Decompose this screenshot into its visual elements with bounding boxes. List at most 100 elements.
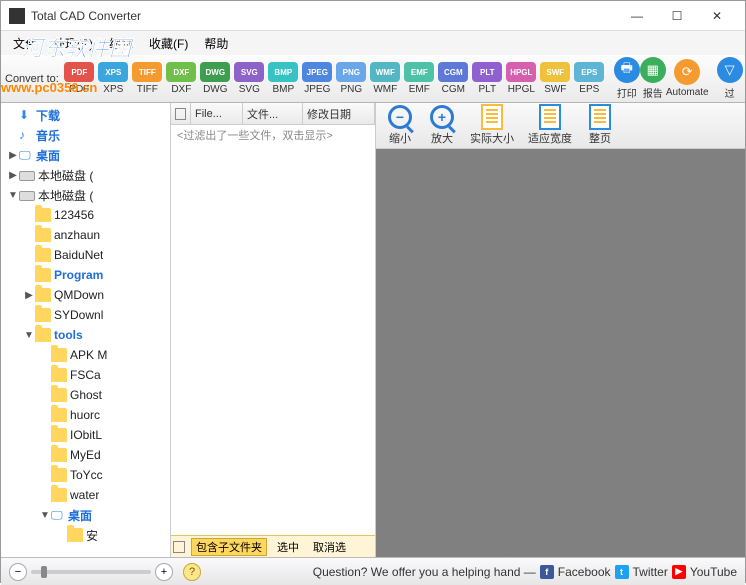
format-label: PLT [471,84,504,95]
format-label: DXF [165,84,198,95]
twitter-link[interactable]: Twitter [633,565,668,579]
tree-item[interactable]: ▼🖵桌面 [3,505,168,525]
zoom-plus-button[interactable]: + [155,563,173,581]
format-label: BMP [267,84,300,95]
tree-label: SYDownl [54,308,103,322]
print-button[interactable]: 🖶 打印 [614,57,640,100]
zoom-slider[interactable] [31,570,151,574]
format-badge: DWG [200,62,230,82]
tree-item[interactable]: ▼tools [3,325,168,345]
format-dwg-button[interactable]: DWG DWG [199,62,232,95]
main-toolbar: Convert to: PDFPDFXPSXPSTIFFTIFFDXFDXFDW… [1,55,745,103]
format-hpgl-button[interactable]: HPGL HPGL [505,62,538,95]
zoom-minus-button[interactable]: − [9,563,27,581]
format-label: DWG [199,84,232,95]
folder-tree[interactable]: ⬇下载♪音乐▶🖵桌面▶本地磁盘 (▼本地磁盘 (123456anzhaunBai… [1,103,170,547]
format-eps-button[interactable]: EPSEPS [573,62,606,95]
select-button[interactable]: 选中 [273,539,303,555]
deselect-button[interactable]: 取消选 [309,539,350,555]
tree-item[interactable]: Program [3,265,168,285]
tree-item[interactable]: ▶🖵桌面 [3,145,168,165]
format-svg-button[interactable]: SVGSVG [233,62,266,95]
tree-item[interactable]: ToYcc [3,465,168,485]
tree-item[interactable]: ⬇下载 [3,105,168,125]
expand-arrow-icon[interactable]: ▼ [7,190,19,201]
zoom-out-button[interactable]: − 缩小 [386,105,414,146]
list-body[interactable]: <过滤出了一些文件，双击显示> [171,125,375,535]
tree-item[interactable]: huorc [3,405,168,425]
maximize-button[interactable]: ☐ [657,2,697,30]
tree-item[interactable]: ▶QMDown [3,285,168,305]
menu-favorites[interactable]: 收藏(F) [141,35,196,52]
format-cgm-button[interactable]: CGMCGM [437,62,470,95]
tree-item[interactable]: ▼本地磁盘 ( [3,185,168,205]
folder-icon [35,228,51,242]
menu-file[interactable]: 文件 [5,35,45,52]
zoom-in-button[interactable]: + 放大 [428,105,456,146]
actual-size-button[interactable]: 实际大小 [470,105,514,146]
tree-item[interactable]: APK M [3,345,168,365]
tree-label: FSCa [70,368,101,382]
format-swf-button[interactable]: SWFSWF [539,62,572,95]
format-png-button[interactable]: PNGPNG [335,62,368,95]
tree-item[interactable]: ▶本地磁盘 ( [3,165,168,185]
format-label: SVG [233,84,266,95]
full-page-button[interactable]: 整页 [586,105,614,146]
format-badge: HPGL [506,62,536,82]
col-file[interactable]: File... [191,103,243,124]
format-label: HPGL [505,84,538,95]
menu-process[interactable]: 处理(P) [45,35,101,52]
youtube-link[interactable]: YouTube [690,565,737,579]
expand-arrow-icon[interactable]: ▼ [39,510,51,521]
tree-item[interactable]: Ghost [3,385,168,405]
tree-item[interactable]: MyEd [3,445,168,465]
col-name[interactable]: 文件... [243,103,303,124]
tree-item[interactable]: 123456 [3,205,168,225]
format-plt-button[interactable]: PLTPLT [471,62,504,95]
expand-arrow-icon[interactable]: ▶ [23,290,35,301]
col-checkbox[interactable] [171,103,191,124]
tree-item[interactable]: water [3,485,168,505]
tree-label: IObitL [70,428,102,442]
format-tiff-button[interactable]: TIFFTIFF [131,62,164,95]
checkbox-icon[interactable] [175,108,186,120]
tree-item[interactable]: BaiduNet [3,245,168,265]
tree-item[interactable]: SYDownl [3,305,168,325]
menu-help[interactable]: 帮助 [196,35,236,52]
facebook-link[interactable]: Facebook [558,565,611,579]
format-dxf-button[interactable]: DXFDXF [165,62,198,95]
format-jpeg-button[interactable]: JPEGJPEG [301,62,334,95]
desktop-icon: 🖵 [19,148,33,162]
format-bmp-button[interactable]: BMPBMP [267,62,300,95]
filter-hint[interactable]: <过滤出了一些文件，双击显示> [171,125,375,145]
tree-item[interactable]: ♪音乐 [3,125,168,145]
report-icon: ▦ [640,57,666,83]
tree-item[interactable]: FSCa [3,365,168,385]
col-date[interactable]: 修改日期 [303,103,375,124]
menu-edit[interactable]: 编辑 [101,35,141,52]
preview-canvas[interactable] [376,149,745,557]
actual-size-icon [478,105,506,129]
format-pdf-button[interactable]: PDFPDF [63,62,96,95]
minimize-button[interactable]: — [617,2,657,30]
expand-arrow-icon[interactable]: ▼ [23,330,35,341]
tree-item[interactable]: anzhaun [3,225,168,245]
automate-button[interactable]: ⟳ Automate [666,59,709,98]
format-label: EMF [403,84,436,95]
tree-item[interactable]: IObitL [3,425,168,445]
format-emf-button[interactable]: EMFEMF [403,62,436,95]
format-wmf-button[interactable]: WMFWMF [369,62,402,95]
fit-width-button[interactable]: 适应宽度 [528,105,572,146]
filter-button[interactable]: ▽ 过 [717,57,743,100]
expand-arrow-icon[interactable]: ▶ [7,170,19,181]
format-label: XPS [97,84,130,95]
help-button[interactable]: ? [183,563,201,581]
tree-item[interactable]: 安 [3,525,168,545]
include-sub-checkbox[interactable] [173,541,185,553]
include-sub-button[interactable]: 包含子文件夹 [191,538,267,556]
report-button[interactable]: ▦ 报告 [640,57,666,100]
folder-icon [51,348,67,362]
close-button[interactable]: ✕ [697,2,737,30]
expand-arrow-icon[interactable]: ▶ [7,150,19,161]
format-xps-button[interactable]: XPSXPS [97,62,130,95]
